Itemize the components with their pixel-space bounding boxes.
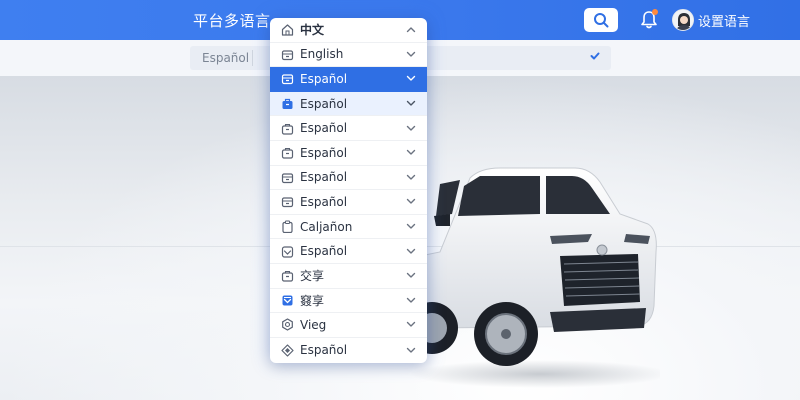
dropdown-item[interactable]: 窡享 [270, 289, 427, 314]
user-avatar-icon [673, 10, 693, 30]
dropdown-item-label: Español [300, 145, 348, 160]
search-icon [594, 13, 609, 28]
chevron-down-icon [406, 174, 416, 180]
box-icon [281, 74, 294, 85]
bag-icon [281, 148, 294, 159]
dropdown-item[interactable]: Español [270, 190, 427, 215]
language-dropdown: 中文 English Español Español Español Español Esp… [270, 18, 427, 363]
chevron-down-icon [406, 347, 416, 353]
gear-icon [282, 318, 293, 332]
dropdown-item[interactable]: Español [270, 141, 427, 166]
check-icon [590, 52, 600, 60]
dropdown-item[interactable]: 交享 [270, 264, 427, 289]
dropdown-item[interactable]: Español [270, 338, 427, 363]
app-title: 平台多语言 [193, 12, 271, 30]
dropdown-item[interactable]: Caljañon [270, 215, 427, 240]
dropdown-item[interactable]: Vieg [270, 313, 427, 338]
suv-car-image [406, 167, 660, 388]
chevron-down-icon [406, 223, 416, 229]
dropdown-item-label: 窡享 [300, 293, 325, 308]
dropdown-item-label: Español [300, 343, 348, 358]
chevron-down-icon [406, 322, 416, 328]
dropdown-item[interactable]: Español [270, 67, 427, 92]
bag-filled-icon [282, 98, 293, 110]
box-icon [281, 197, 294, 208]
dropdown-item[interactable]: Español [270, 116, 427, 141]
dropdown-item[interactable]: Español [270, 239, 427, 264]
divider [252, 50, 253, 66]
bag-icon [281, 123, 294, 135]
chevron-up-icon [406, 27, 416, 33]
bag-icon [281, 271, 294, 282]
chevron-down-icon [406, 199, 416, 205]
notification-dot [652, 9, 658, 15]
inbox-filled-icon [282, 295, 293, 306]
home-icon [281, 24, 294, 36]
box-icon [281, 50, 294, 60]
dropdown-item-label: Español [300, 96, 348, 111]
dropdown-item-label: English [300, 47, 344, 62]
dropdown-item-label: 交享 [300, 269, 325, 284]
dropdown-item-label: Español [300, 194, 348, 209]
search-button[interactable] [584, 8, 618, 32]
chevron-down-icon [406, 100, 416, 106]
dropdown-item-label: Español [300, 244, 348, 259]
chevron-down-icon [406, 76, 416, 82]
avatar[interactable] [672, 9, 694, 31]
chevron-down-icon [406, 297, 416, 303]
dropdown-item[interactable]: 中文 [270, 18, 427, 43]
chevron-down-icon [406, 51, 416, 57]
clipboard-icon [282, 220, 293, 234]
diamond-icon [281, 343, 294, 357]
dropdown-item-label: 中文 [300, 23, 325, 38]
dropdown-item-label: Español [300, 170, 348, 185]
chevron-down-icon [406, 150, 416, 155]
language-select-value: Español [202, 51, 250, 65]
chevron-down-icon [406, 125, 416, 131]
settings-language-link[interactable]: 设置语言 [698, 11, 750, 30]
dropdown-item-label: Español [300, 121, 348, 136]
box-icon [281, 173, 294, 183]
chevron-down-icon [406, 273, 416, 278]
dropdown-item[interactable]: Español [270, 91, 427, 117]
dropdown-item-label: Vieg [300, 317, 327, 332]
dropdown-item[interactable]: Español [270, 166, 427, 191]
tray-icon [281, 246, 294, 258]
chevron-down-icon [406, 248, 416, 254]
dropdown-item-label: Español [300, 71, 348, 86]
dropdown-item-label: Caljañon [300, 219, 353, 234]
dropdown-item[interactable]: English [270, 43, 427, 68]
